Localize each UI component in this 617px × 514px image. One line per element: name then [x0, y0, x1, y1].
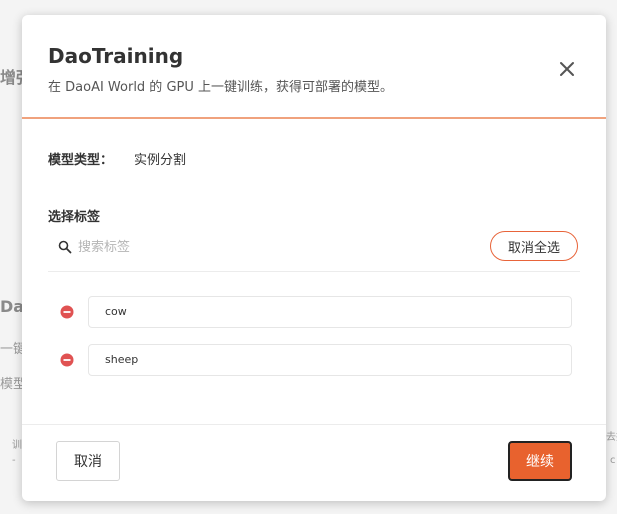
close-button[interactable]: [555, 57, 579, 81]
bg-text-fragment: c: [610, 455, 616, 466]
tag-item: cow: [88, 296, 572, 328]
bg-text-fragment: 去报: [606, 432, 617, 443]
bg-text-fragment: -: [12, 455, 16, 466]
bg-text-fragment: 训: [12, 440, 22, 451]
remove-tag-icon[interactable]: [60, 353, 74, 367]
model-type-value: 实例分割: [134, 153, 187, 168]
deselect-all-button[interactable]: 取消全选: [490, 231, 578, 261]
tag-item: sheep: [88, 344, 572, 376]
tag-row: cow: [60, 296, 580, 328]
tag-label: sheep: [105, 353, 139, 366]
label-search-input[interactable]: [78, 237, 378, 257]
remove-tag-icon[interactable]: [60, 305, 74, 319]
dialog-title: DaoTraining: [48, 44, 184, 68]
close-icon: [560, 62, 574, 76]
search-icon: [58, 240, 72, 254]
dialog-header: DaoTraining 在 DaoAI World 的 GPU 上一键训练，获得…: [22, 15, 606, 119]
dao-training-dialog: DaoTraining 在 DaoAI World 的 GPU 上一键训练，获得…: [22, 15, 606, 501]
tag-label: cow: [105, 305, 127, 318]
cancel-button[interactable]: 取消: [56, 441, 120, 481]
select-labels-heading: 选择标签: [48, 210, 101, 225]
tag-row: sheep: [60, 344, 580, 376]
dialog-subtitle: 在 DaoAI World 的 GPU 上一键训练，获得可部署的模型。: [48, 80, 394, 95]
continue-button[interactable]: 继续: [508, 441, 572, 481]
model-type-label: 模型类型：: [48, 153, 114, 168]
